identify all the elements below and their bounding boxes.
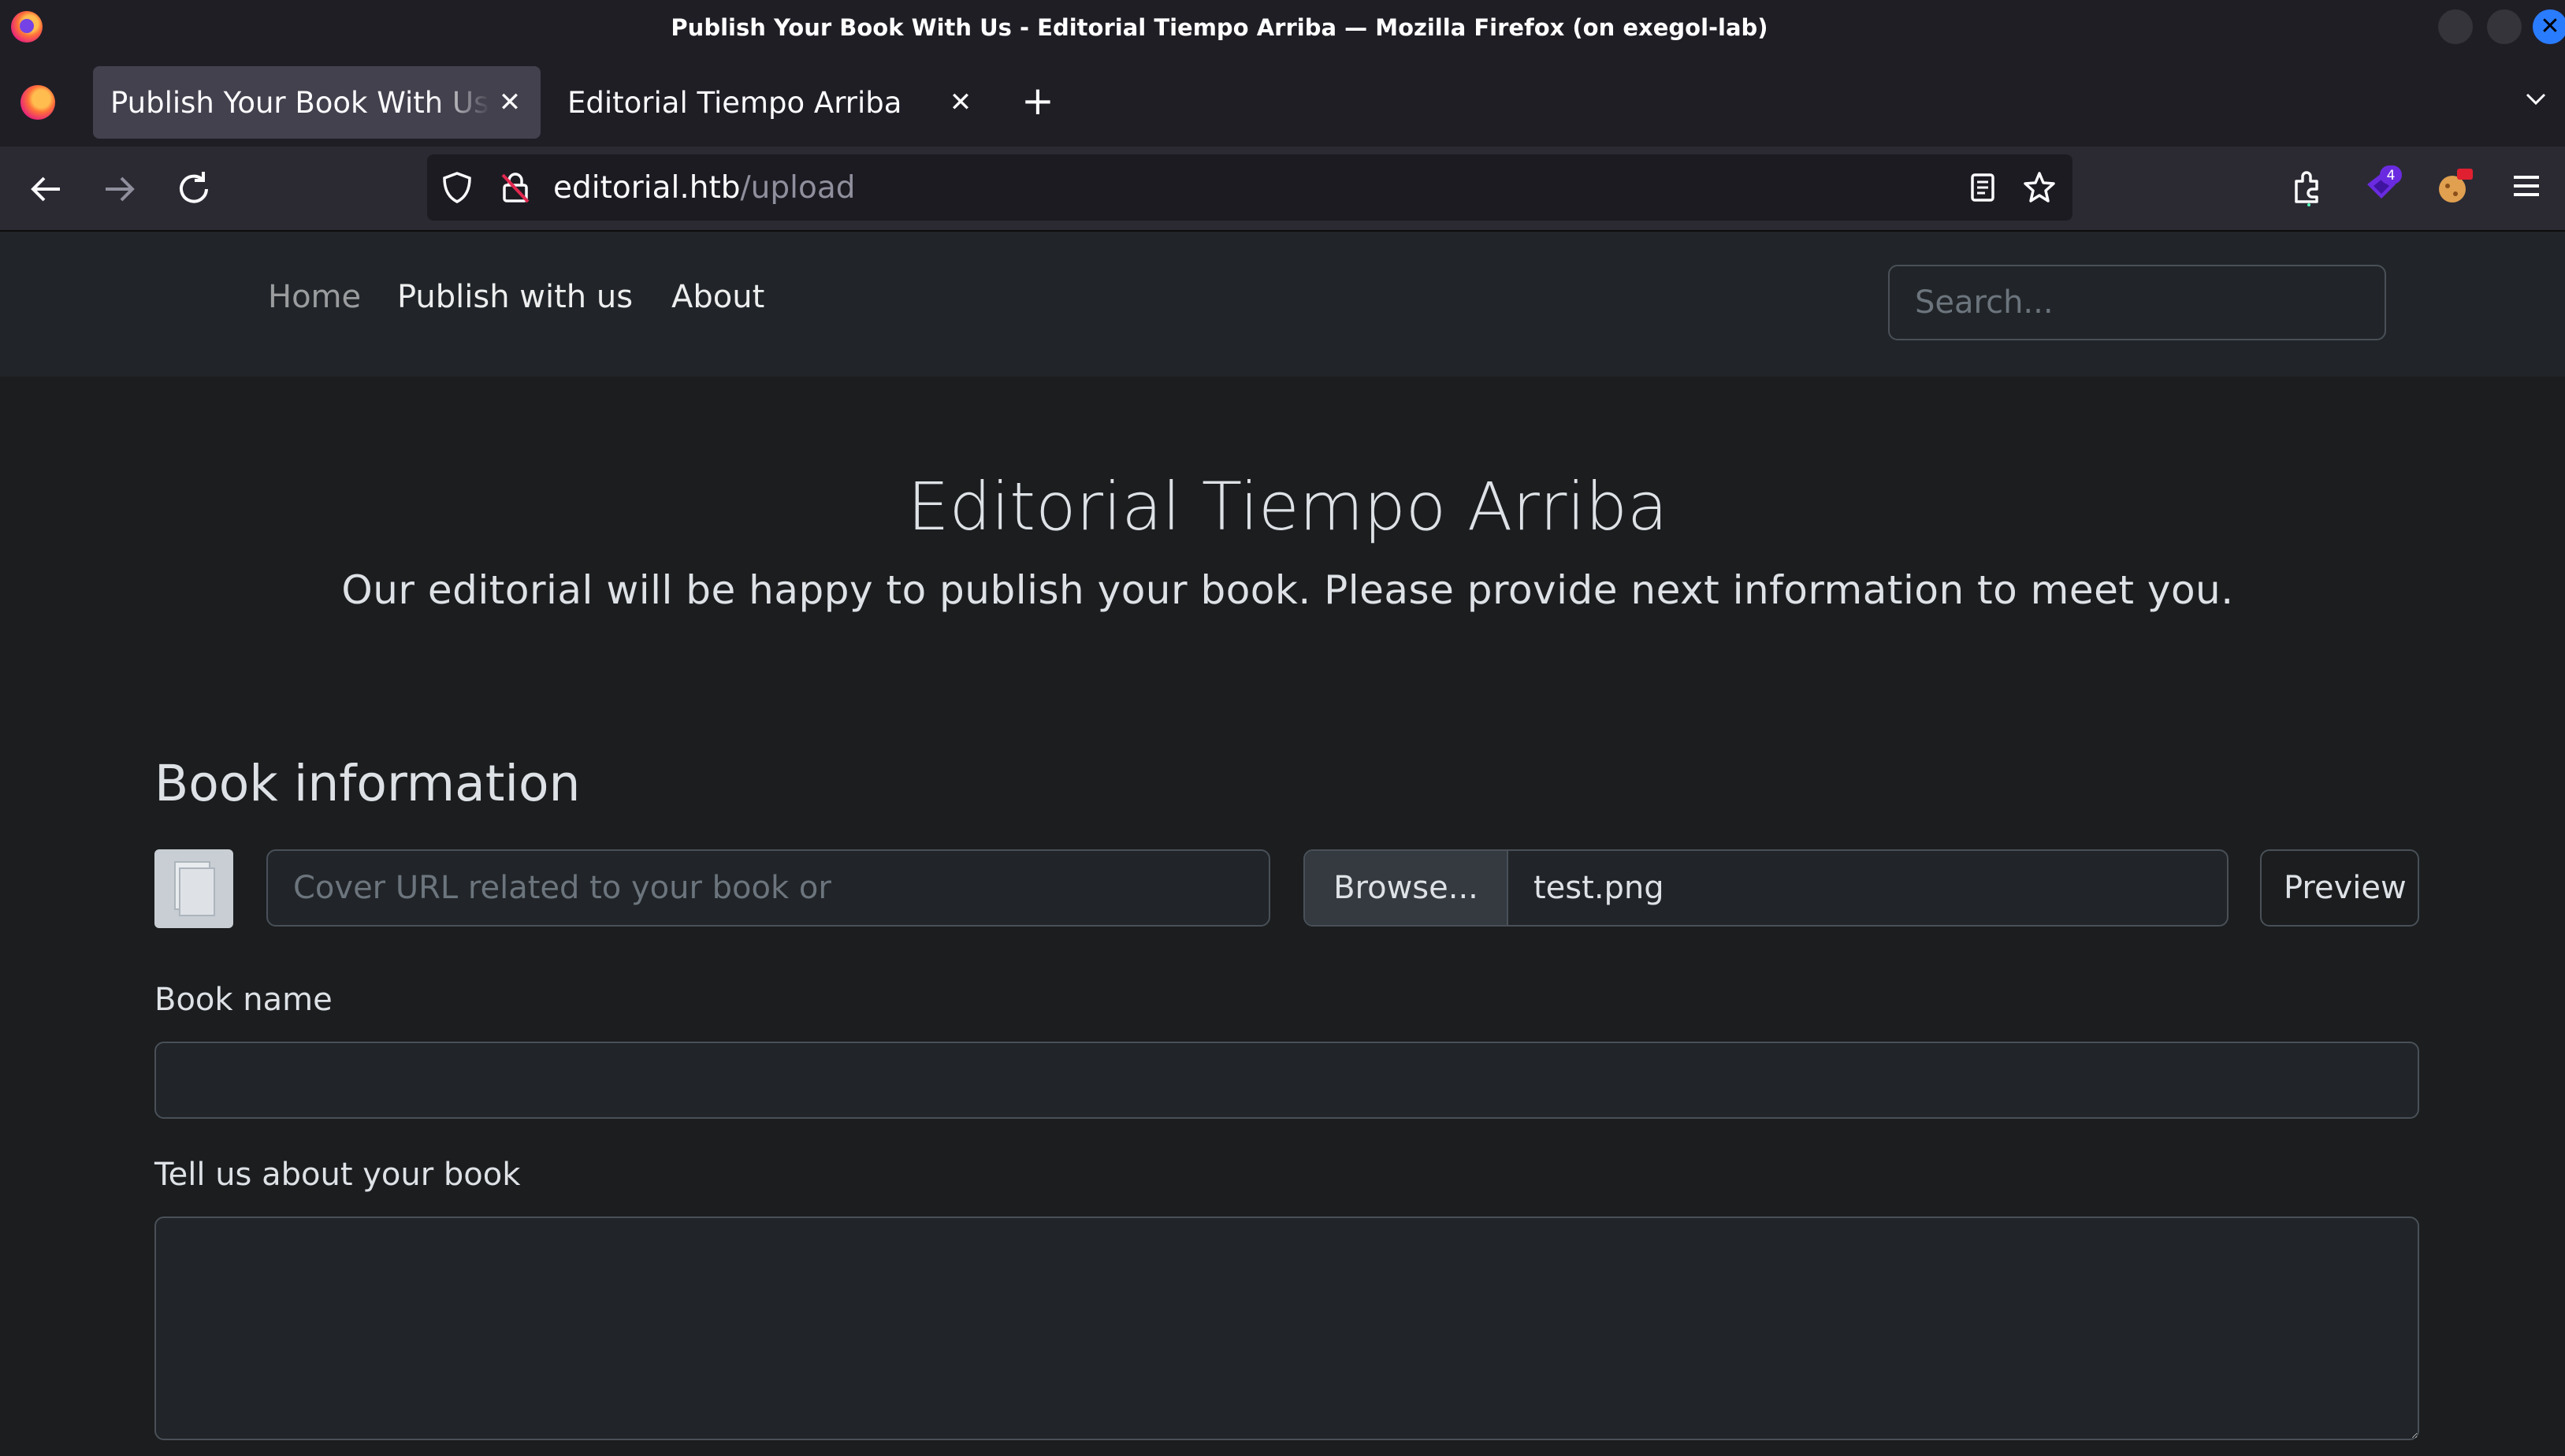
nav-publish-link[interactable]: Publish with us <box>397 279 633 315</box>
extensions-puzzle-icon[interactable] <box>2288 165 2329 206</box>
selected-file-name: test.png <box>1533 870 1664 906</box>
new-tab-icon[interactable]: + <box>1021 77 1054 124</box>
insecure-lock-icon[interactable] <box>498 170 533 205</box>
tab-label: Publish Your Book With Us <box>110 85 489 120</box>
cover-preview-image <box>154 849 233 928</box>
tab-label: Editorial Tiempo Arriba <box>567 85 902 120</box>
address-bar[interactable]: editorial.htb/upload <box>427 154 2072 221</box>
cover-file-input[interactable]: Browse... test.png <box>1303 849 2229 927</box>
search-input[interactable] <box>1888 265 2386 340</box>
forward-arrow-icon[interactable] <box>98 167 142 211</box>
page-title: Editorial Tiempo Arriba <box>907 468 1668 545</box>
section-title: Book information <box>154 755 581 812</box>
about-book-label: Tell us about your book <box>154 1157 521 1193</box>
shield-icon[interactable] <box>440 170 474 205</box>
close-window-icon[interactable]: ✕ <box>2533 9 2565 44</box>
url-text[interactable]: editorial.htb/upload <box>553 154 855 221</box>
tab-editorial[interactable]: Editorial Tiempo Arriba ✕ <box>550 66 991 139</box>
book-name-label: Book name <box>154 982 333 1018</box>
hamburger-menu-icon[interactable] <box>2506 165 2547 206</box>
browse-button[interactable]: Browse... <box>1305 851 1508 925</box>
window-title: Publish Your Book With Us - Editorial Ti… <box>671 14 1768 41</box>
close-tab-icon[interactable]: ✕ <box>490 87 530 118</box>
navigation-toolbar: editorial.htb/upload 4 <box>0 147 2565 232</box>
url-path: /upload <box>740 169 856 206</box>
back-arrow-icon[interactable] <box>24 167 68 211</box>
cover-url-input[interactable] <box>266 849 1270 927</box>
site-navbar: Home Publish with us About <box>0 232 2565 377</box>
close-tab-icon[interactable]: ✕ <box>941 87 980 118</box>
tab-publish[interactable]: Publish Your Book With Us ✕ <box>93 66 541 139</box>
about-book-textarea[interactable] <box>154 1216 2419 1440</box>
chevron-down-icon[interactable] <box>2524 87 2548 110</box>
reload-icon[interactable] <box>172 167 216 211</box>
page-subtitle: Our editorial will be happy to publish y… <box>341 567 2234 613</box>
book-name-input[interactable] <box>154 1042 2419 1119</box>
url-host: editorial.htb <box>553 169 741 206</box>
window-titlebar: Publish Your Book With Us - Editorial Ti… <box>0 0 2565 55</box>
cookie-extension-icon[interactable] <box>2435 165 2476 206</box>
document-icon <box>174 861 215 916</box>
nav-about-link[interactable]: About <box>671 279 764 315</box>
maximize-icon[interactable] <box>2487 9 2522 44</box>
tab-strip: Publish Your Book With Us ✕ Editorial Ti… <box>0 55 2565 147</box>
minimize-icon[interactable] <box>2438 9 2473 44</box>
firefox-view-icon[interactable] <box>20 85 55 120</box>
firefox-logo-icon <box>11 11 43 43</box>
reader-view-icon[interactable] <box>1965 170 2000 205</box>
extension-badge-icon[interactable]: 4 <box>2361 165 2402 206</box>
extension-badge-count: 4 <box>2387 168 2396 184</box>
bookmark-star-icon[interactable] <box>2022 170 2057 205</box>
nav-home-link[interactable]: Home <box>268 279 361 315</box>
preview-button[interactable]: Preview <box>2260 849 2419 927</box>
